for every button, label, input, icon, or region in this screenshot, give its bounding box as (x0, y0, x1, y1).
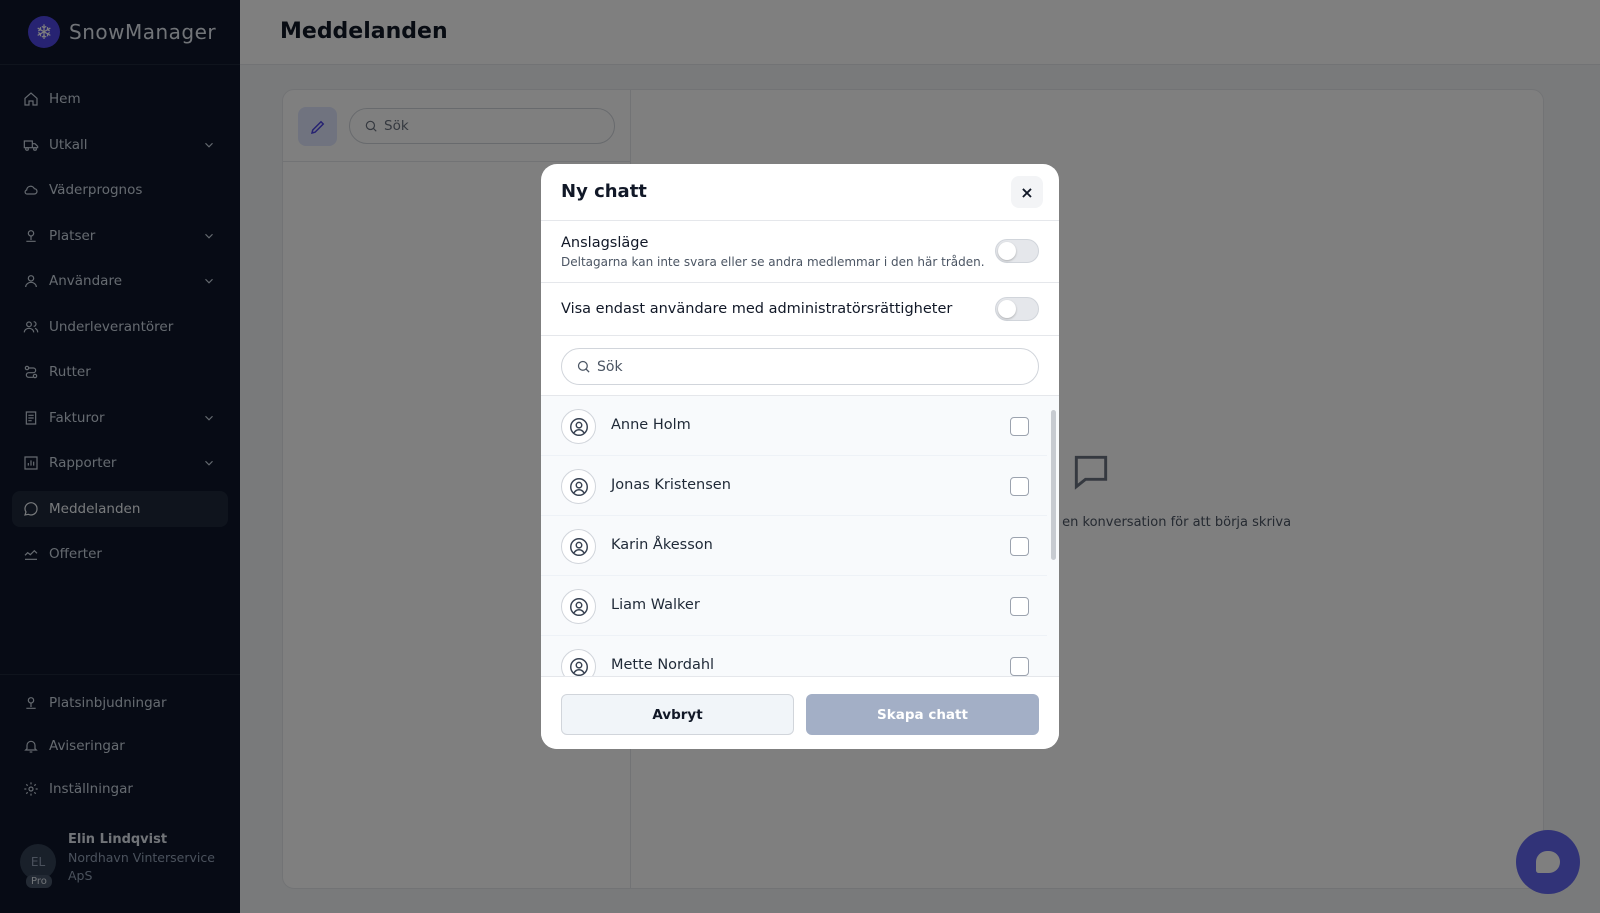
user-checkbox[interactable] (1010, 657, 1029, 676)
user-row[interactable]: Karin Åkesson (541, 516, 1047, 576)
user-circle-icon (561, 409, 596, 444)
new-chat-modal: Ny chatt × Anslagsläge Deltagarna kan in… (541, 164, 1059, 749)
toggle-knob (998, 300, 1016, 318)
close-button[interactable]: × (1011, 176, 1043, 208)
user-list[interactable]: Anne Holm Jonas Kristensen Karin Åkesson… (541, 396, 1059, 676)
close-icon: × (1020, 182, 1034, 202)
modal-header: Ny chatt × (541, 164, 1059, 221)
user-row[interactable]: Anne Holm (541, 396, 1047, 456)
user-name: Karin Åkesson (611, 537, 713, 553)
user-row[interactable]: Liam Walker (541, 576, 1047, 636)
create-chat-button[interactable]: Skapa chatt (806, 694, 1039, 735)
user-checkbox[interactable] (1010, 597, 1029, 616)
user-name: Jonas Kristensen (611, 477, 731, 493)
user-search-section: Sök (541, 336, 1059, 396)
user-name: Liam Walker (611, 597, 700, 613)
modal-title: Ny chatt (561, 181, 647, 202)
broadcast-mode-toggle[interactable] (995, 239, 1039, 263)
search-icon (577, 360, 590, 373)
broadcast-mode-description: Deltagarna kan inte svara eller se andra… (561, 255, 985, 269)
admin-only-row: Visa endast användare med administratörs… (541, 283, 1059, 336)
user-row[interactable]: Mette Nordahl (541, 636, 1047, 676)
user-circle-icon (561, 469, 596, 504)
user-circle-icon (561, 649, 596, 676)
user-name: Anne Holm (611, 417, 691, 433)
user-row[interactable]: Jonas Kristensen (541, 456, 1047, 516)
user-checkbox[interactable] (1010, 417, 1029, 436)
user-list-scrollbar[interactable] (1051, 402, 1057, 672)
search-placeholder: Sök (597, 358, 623, 375)
scrollbar-thumb[interactable] (1051, 410, 1056, 560)
user-circle-icon (561, 529, 596, 564)
toggle-knob (998, 242, 1016, 260)
modal-footer: Avbryt Skapa chatt (541, 676, 1059, 749)
user-checkbox[interactable] (1010, 537, 1029, 556)
cancel-button[interactable]: Avbryt (561, 694, 794, 735)
user-name: Mette Nordahl (611, 657, 715, 673)
user-checkbox[interactable] (1010, 477, 1029, 496)
admin-only-toggle[interactable] (995, 297, 1039, 321)
user-circle-icon (561, 589, 596, 624)
user-search-input[interactable]: Sök (561, 348, 1039, 385)
broadcast-mode-label: Anslagsläge (561, 235, 649, 251)
broadcast-mode-row: Anslagsläge Deltagarna kan inte svara el… (541, 221, 1059, 283)
admin-only-label: Visa endast användare med administratörs… (561, 301, 953, 317)
